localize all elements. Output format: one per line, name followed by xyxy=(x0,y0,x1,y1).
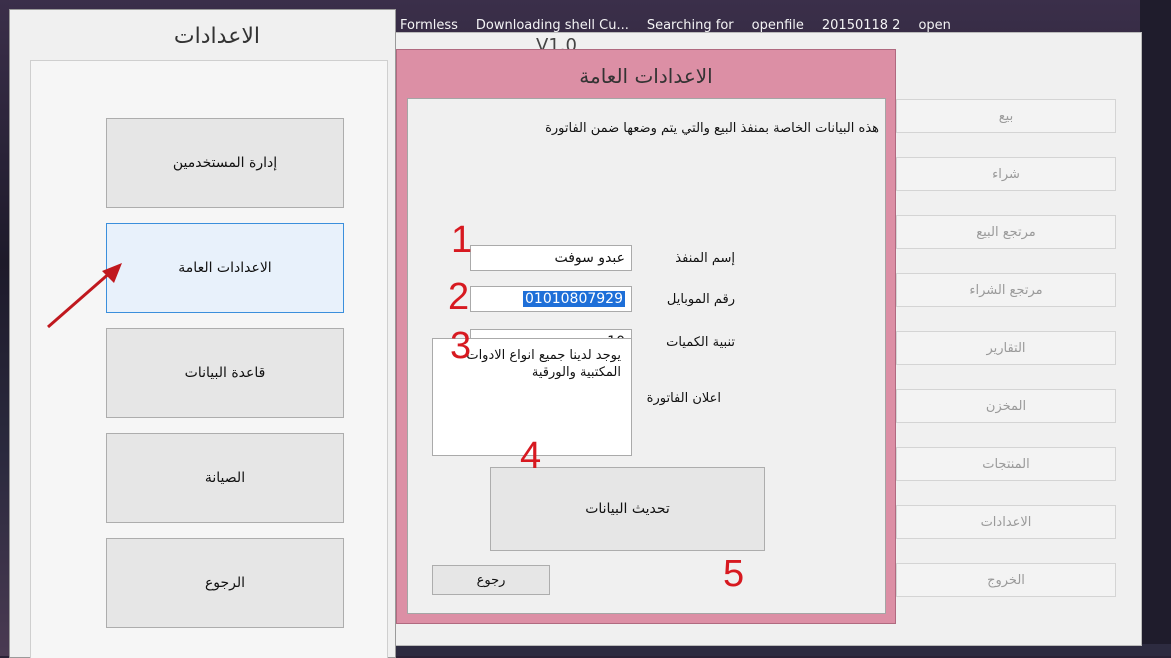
desktop-edge xyxy=(1140,0,1171,656)
menu-sell-return-button[interactable]: مرتجع البيع xyxy=(896,215,1116,249)
menu-products-button[interactable]: المنتجات xyxy=(896,447,1116,481)
qty-alert-label: تنبية الكميات xyxy=(666,335,735,350)
database-button[interactable]: قاعدة البيانات xyxy=(106,328,344,418)
outlet-name-input[interactable]: عبدو سوفت xyxy=(470,245,632,271)
dialog-body: هذه البيانات الخاصة بمنفذ البيع والتي يت… xyxy=(407,98,886,614)
mobile-value: 01010807929 xyxy=(523,291,625,307)
annotation-number: 5 xyxy=(723,553,745,595)
dialog-description: هذه البيانات الخاصة بمنفذ البيع والتي يت… xyxy=(545,121,879,136)
menu-settings-button[interactable]: الاعدادات xyxy=(896,505,1116,539)
invoice-ad-label: اعلان الفاتورة xyxy=(646,391,721,406)
mobile-input[interactable]: 01010807929 xyxy=(470,286,632,312)
outlet-name-label: إسم المنفذ xyxy=(675,251,735,266)
general-settings-dialog: الاعدادات العامة هذه البيانات الخاصة بمن… xyxy=(396,49,896,624)
annotation-number: 4 xyxy=(520,435,542,477)
annotation-number: 3 xyxy=(450,325,472,367)
arrow-annotation-icon xyxy=(47,263,122,329)
annotation-number: 1 xyxy=(451,219,473,261)
menu-exit-button[interactable]: الخروج xyxy=(896,563,1116,597)
update-data-button[interactable]: تحديث البيانات xyxy=(490,467,765,551)
mobile-label: رقم الموبايل xyxy=(666,292,735,307)
annotation-number: 2 xyxy=(448,276,470,318)
menu-reports-button[interactable]: التقارير xyxy=(896,331,1116,365)
dialog-title: الاعدادات العامة xyxy=(579,64,713,88)
settings-window-title: الاعدادات xyxy=(173,24,260,49)
menu-sell-button[interactable]: بيع xyxy=(896,99,1116,133)
menu-store-button[interactable]: المخزن xyxy=(896,389,1116,423)
menu-buy-button[interactable]: شراء xyxy=(896,157,1116,191)
general-settings-button[interactable]: الاعدادات العامة xyxy=(106,223,344,313)
manage-users-button[interactable]: إدارة المستخدمين xyxy=(106,118,344,208)
menu-buy-return-button[interactable]: مرتجع الشراء xyxy=(896,273,1116,307)
maintenance-button[interactable]: الصيانة xyxy=(106,433,344,523)
back-button[interactable]: الرجوع xyxy=(106,538,344,628)
settings-panel: إدارة المستخدمين الاعدادات العامة قاعدة … xyxy=(30,60,388,658)
dialog-back-button[interactable]: رجوع xyxy=(432,565,550,595)
